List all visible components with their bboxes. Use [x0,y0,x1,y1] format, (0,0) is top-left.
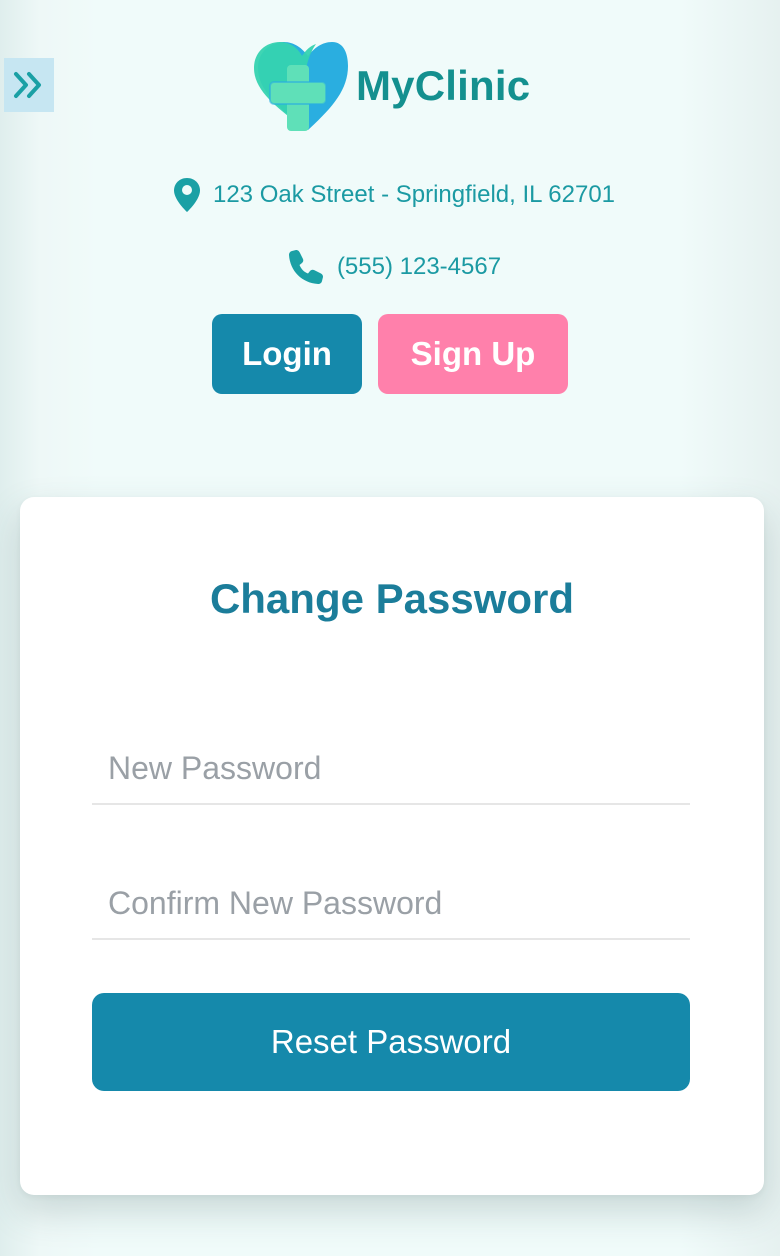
login-button[interactable]: Login [212,314,362,394]
auth-buttons: Login Sign Up [0,314,780,394]
map-pin-icon [173,178,200,212]
phone-row: (555) 123-4567 [4,244,780,290]
address-row: 123 Oak Street - Springfield, IL 62701 [4,172,780,218]
change-password-card: Change Password Reset Password [20,497,764,1195]
sidebar-toggle-button[interactable] [4,58,54,112]
double-chevron-right-icon [14,72,41,98]
page: MyClinic 123 Oak Street - Springfield, I… [0,0,780,1256]
phone-text: (555) 123-4567 [336,253,502,280]
card-title: Change Password [209,575,575,622]
heart-cross-logo [254,42,348,131]
confirm-password-input[interactable] [92,868,690,940]
brand-name: MyClinic [356,62,531,109]
phone-icon [288,250,323,284]
address-text: 123 Oak Street - Springfield, IL 62701 [212,181,616,208]
reset-password-button[interactable]: Reset Password [92,993,690,1091]
new-password-input[interactable] [92,733,690,805]
brand[interactable]: MyClinic [248,38,530,134]
signup-button[interactable]: Sign Up [378,314,568,394]
